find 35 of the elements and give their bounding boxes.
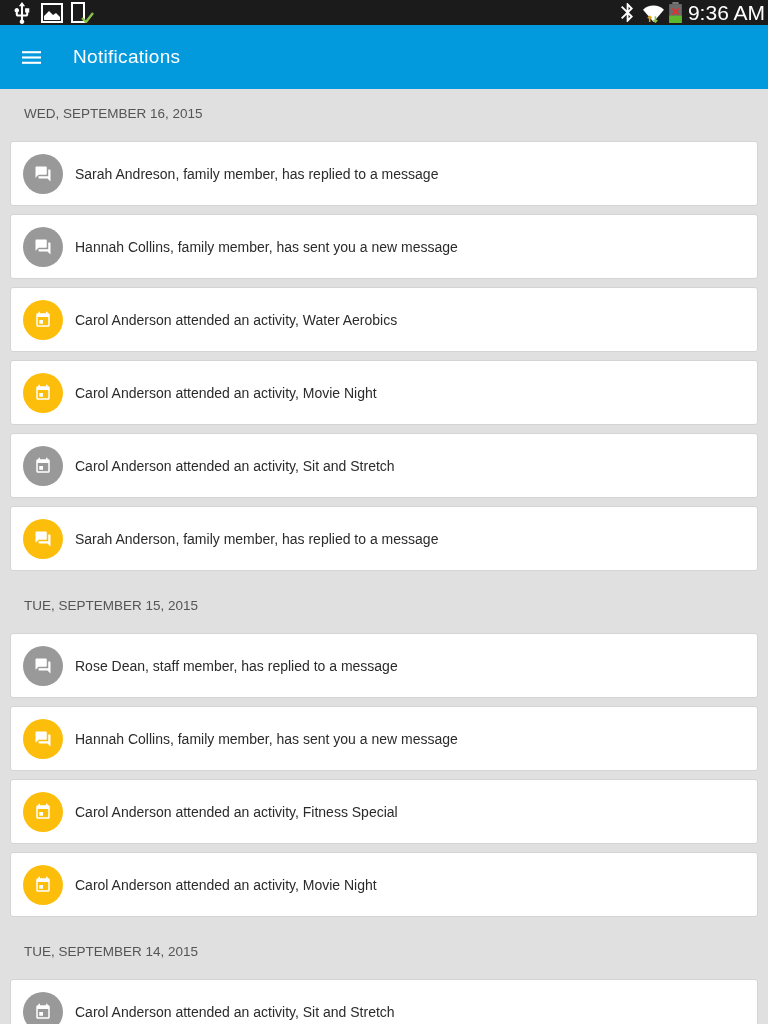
notification-text: Carol Anderson attended an activity, Movie Night — [75, 384, 377, 401]
usb-icon — [14, 1, 30, 24]
notification-text: Hannah Collins, family member, has sent you a new message — [75, 730, 458, 747]
date-header: TUE, SEPTEMBER 15, 2015 — [23, 597, 200, 615]
notification-card[interactable]: Carol Anderson attended an activity, Water Aerobics — [10, 287, 758, 352]
notification-card[interactable]: Sarah Andreson, family member, has replied to a message — [10, 141, 758, 206]
notification-card[interactable]: Hannah Collins, family member, has sent you a new message — [10, 706, 758, 771]
menu-button[interactable] — [22, 50, 41, 64]
tablet-check-icon — [71, 2, 94, 23]
notification-card[interactable]: Carol Anderson attended an activity, Sit and Stretch — [10, 433, 758, 498]
app-title: Notifications — [73, 46, 181, 68]
notification-card[interactable]: Hannah Collins, family member, has sent you a new message — [10, 214, 758, 279]
status-time: 9:36 AM — [687, 0, 765, 25]
image-icon — [41, 2, 63, 23]
notification-text: Carol Anderson attended an activity, Fitness Special — [75, 803, 398, 820]
notification-card[interactable]: Carol Anderson attended an activity, Movie Night — [10, 360, 758, 425]
notification-text: Carol Anderson attended an activity, Movie Night — [75, 876, 377, 893]
notification-text: Sarah Andreson, family member, has replied to a message — [75, 165, 439, 182]
notification-text: Carol Anderson attended an activity, Sit and Stretch — [75, 1003, 395, 1020]
notification-card[interactable]: Carol Anderson attended an activity, Movie Night — [10, 852, 758, 917]
bluetooth-icon — [620, 3, 633, 22]
notification-text: Hannah Collins, family member, has sent you a new message — [75, 238, 458, 255]
notification-card[interactable]: Rose Dean, staff member, has replied to a message — [10, 633, 758, 698]
menu-icon — [22, 50, 41, 64]
battery-icon — [668, 2, 682, 23]
date-header: TUE, SEPTEMBER 14, 2015 — [23, 943, 200, 961]
notification-card[interactable]: Sarah Anderson, family member, has replied to a message — [10, 506, 758, 571]
wifi-icon — [642, 2, 664, 23]
notification-text: Carol Anderson attended an activity, Sit and Stretch — [75, 457, 395, 474]
date-header: WED, SEPTEMBER 16, 2015 — [23, 105, 204, 123]
notification-text: Sarah Anderson, family member, has replied to a message — [75, 530, 439, 547]
notification-text: Rose Dean, staff member, has replied to a message — [75, 657, 398, 674]
notification-card[interactable]: Carol Anderson attended an activity, Sit and Stretch — [10, 979, 758, 1024]
notification-text: Carol Anderson attended an activity, Water Aerobics — [75, 311, 398, 328]
notification-card[interactable]: Carol Anderson attended an activity, Fitness Special — [10, 779, 758, 844]
